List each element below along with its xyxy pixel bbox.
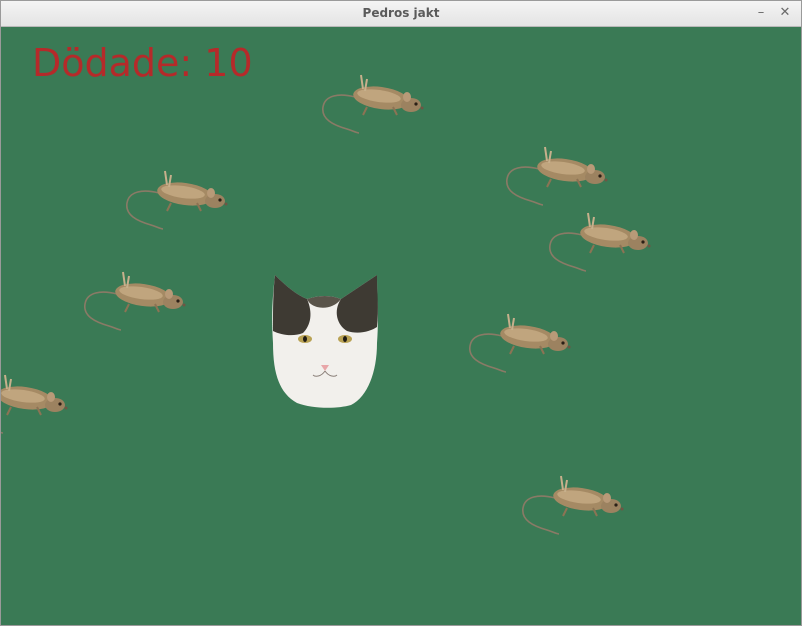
score-display: Dödade: 10 [32, 41, 253, 85]
title-bar[interactable]: Pedros jakt – ✕ [1, 1, 801, 27]
cat-face-icon[interactable] [267, 273, 381, 409]
mouse-icon[interactable] [466, 306, 576, 374]
mouse-icon[interactable] [123, 163, 233, 231]
mouse-icon[interactable] [546, 205, 656, 273]
mouse-icon[interactable] [1, 367, 73, 435]
game-canvas[interactable]: Dödade: 10 [1, 27, 801, 625]
window-title: Pedros jakt [362, 6, 440, 20]
mouse-icon[interactable] [519, 468, 629, 536]
mouse-icon[interactable] [503, 139, 613, 207]
mouse-icon[interactable] [81, 264, 191, 332]
mouse-icon[interactable] [319, 67, 429, 135]
close-button[interactable]: ✕ [776, 4, 794, 22]
minimize-button[interactable]: – [752, 4, 770, 22]
game-window: Pedros jakt – ✕ Dödade: 10 [0, 0, 802, 626]
